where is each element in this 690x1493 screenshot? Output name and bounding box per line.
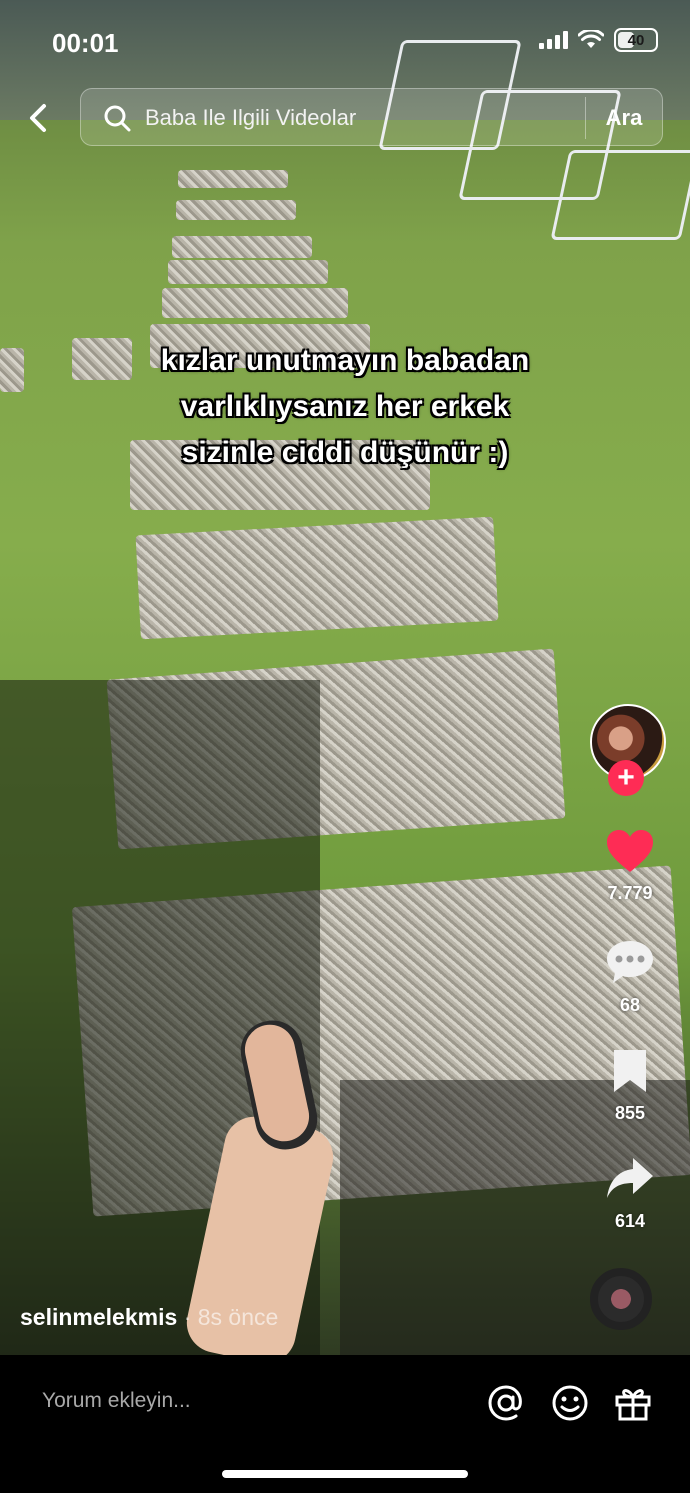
gift-button[interactable] bbox=[613, 1383, 653, 1423]
home-indicator[interactable] bbox=[222, 1470, 468, 1478]
share-count: 614 bbox=[614, 1211, 646, 1231]
like-button[interactable]: 7.779 bbox=[580, 828, 680, 904]
caption-line: varlıklıysanız her erkek bbox=[180, 390, 510, 423]
stepping-stone bbox=[168, 260, 328, 284]
share-button[interactable]: 614 bbox=[580, 1156, 680, 1232]
search-button[interactable]: Ara bbox=[599, 105, 649, 131]
separator-dot: · bbox=[183, 1304, 192, 1330]
bookmark-icon bbox=[614, 1050, 646, 1092]
search-icon bbox=[104, 105, 131, 132]
heart-icon bbox=[607, 830, 653, 872]
like-count: 7.779 bbox=[607, 883, 653, 903]
save-count: 855 bbox=[614, 1103, 646, 1123]
author-line: selinmelekmis · 8s önce bbox=[20, 1304, 278, 1331]
stepping-stone bbox=[135, 516, 499, 640]
search-divider bbox=[585, 97, 586, 139]
caption-line: sizinle ciddi düşünür :) bbox=[181, 436, 509, 469]
cellular-signal-icon bbox=[539, 31, 568, 49]
stepping-stone bbox=[178, 170, 288, 188]
gift-icon bbox=[615, 1389, 651, 1421]
battery-level: 40 bbox=[627, 31, 645, 49]
save-button[interactable]: 855 bbox=[580, 1048, 680, 1124]
stepping-stone bbox=[172, 236, 312, 258]
author-username[interactable]: selinmelekmis bbox=[20, 1304, 177, 1330]
search-bar[interactable]: Baba Ile Ilgili Videolar Ara bbox=[80, 88, 663, 146]
caption-line: kızlar unutmayın babadan bbox=[160, 344, 530, 377]
plus-icon: + bbox=[617, 761, 635, 794]
battery-icon: 40 bbox=[614, 28, 658, 52]
comment-button[interactable]: 68 bbox=[580, 938, 680, 1016]
stepping-stone bbox=[176, 200, 296, 220]
video-frame[interactable] bbox=[0, 0, 690, 1355]
comment-input[interactable]: Yorum ekleyin... bbox=[42, 1389, 191, 1413]
lounge-chair bbox=[550, 150, 690, 240]
at-icon bbox=[488, 1385, 522, 1421]
mention-button[interactable] bbox=[486, 1383, 526, 1423]
post-time: 8s önce bbox=[197, 1304, 279, 1330]
stepping-stone bbox=[0, 348, 24, 392]
stepping-stone bbox=[162, 288, 348, 318]
back-icon bbox=[30, 104, 46, 132]
emoji-icon bbox=[552, 1385, 588, 1421]
status-bar: 00:01 40 bbox=[0, 0, 690, 80]
wifi-icon bbox=[578, 30, 604, 48]
follow-button[interactable]: + bbox=[608, 760, 644, 796]
video-caption: kızlar unutmayın babadan varlıklıysanız … bbox=[80, 338, 610, 476]
comment-bar: Yorum ekleyin... bbox=[0, 1355, 690, 1493]
back-button[interactable] bbox=[20, 98, 60, 138]
music-disc-icon[interactable] bbox=[590, 1268, 652, 1330]
search-query[interactable]: Baba Ile Ilgili Videolar bbox=[145, 105, 356, 131]
share-icon bbox=[607, 1158, 653, 1198]
status-time: 00:01 bbox=[52, 28, 119, 58]
comment-icon bbox=[607, 941, 653, 983]
comment-count: 68 bbox=[619, 995, 641, 1015]
top-bar: Baba Ile Ilgili Videolar Ara bbox=[0, 88, 690, 146]
emoji-button[interactable] bbox=[550, 1383, 590, 1423]
status-icons: 40 bbox=[539, 28, 658, 52]
